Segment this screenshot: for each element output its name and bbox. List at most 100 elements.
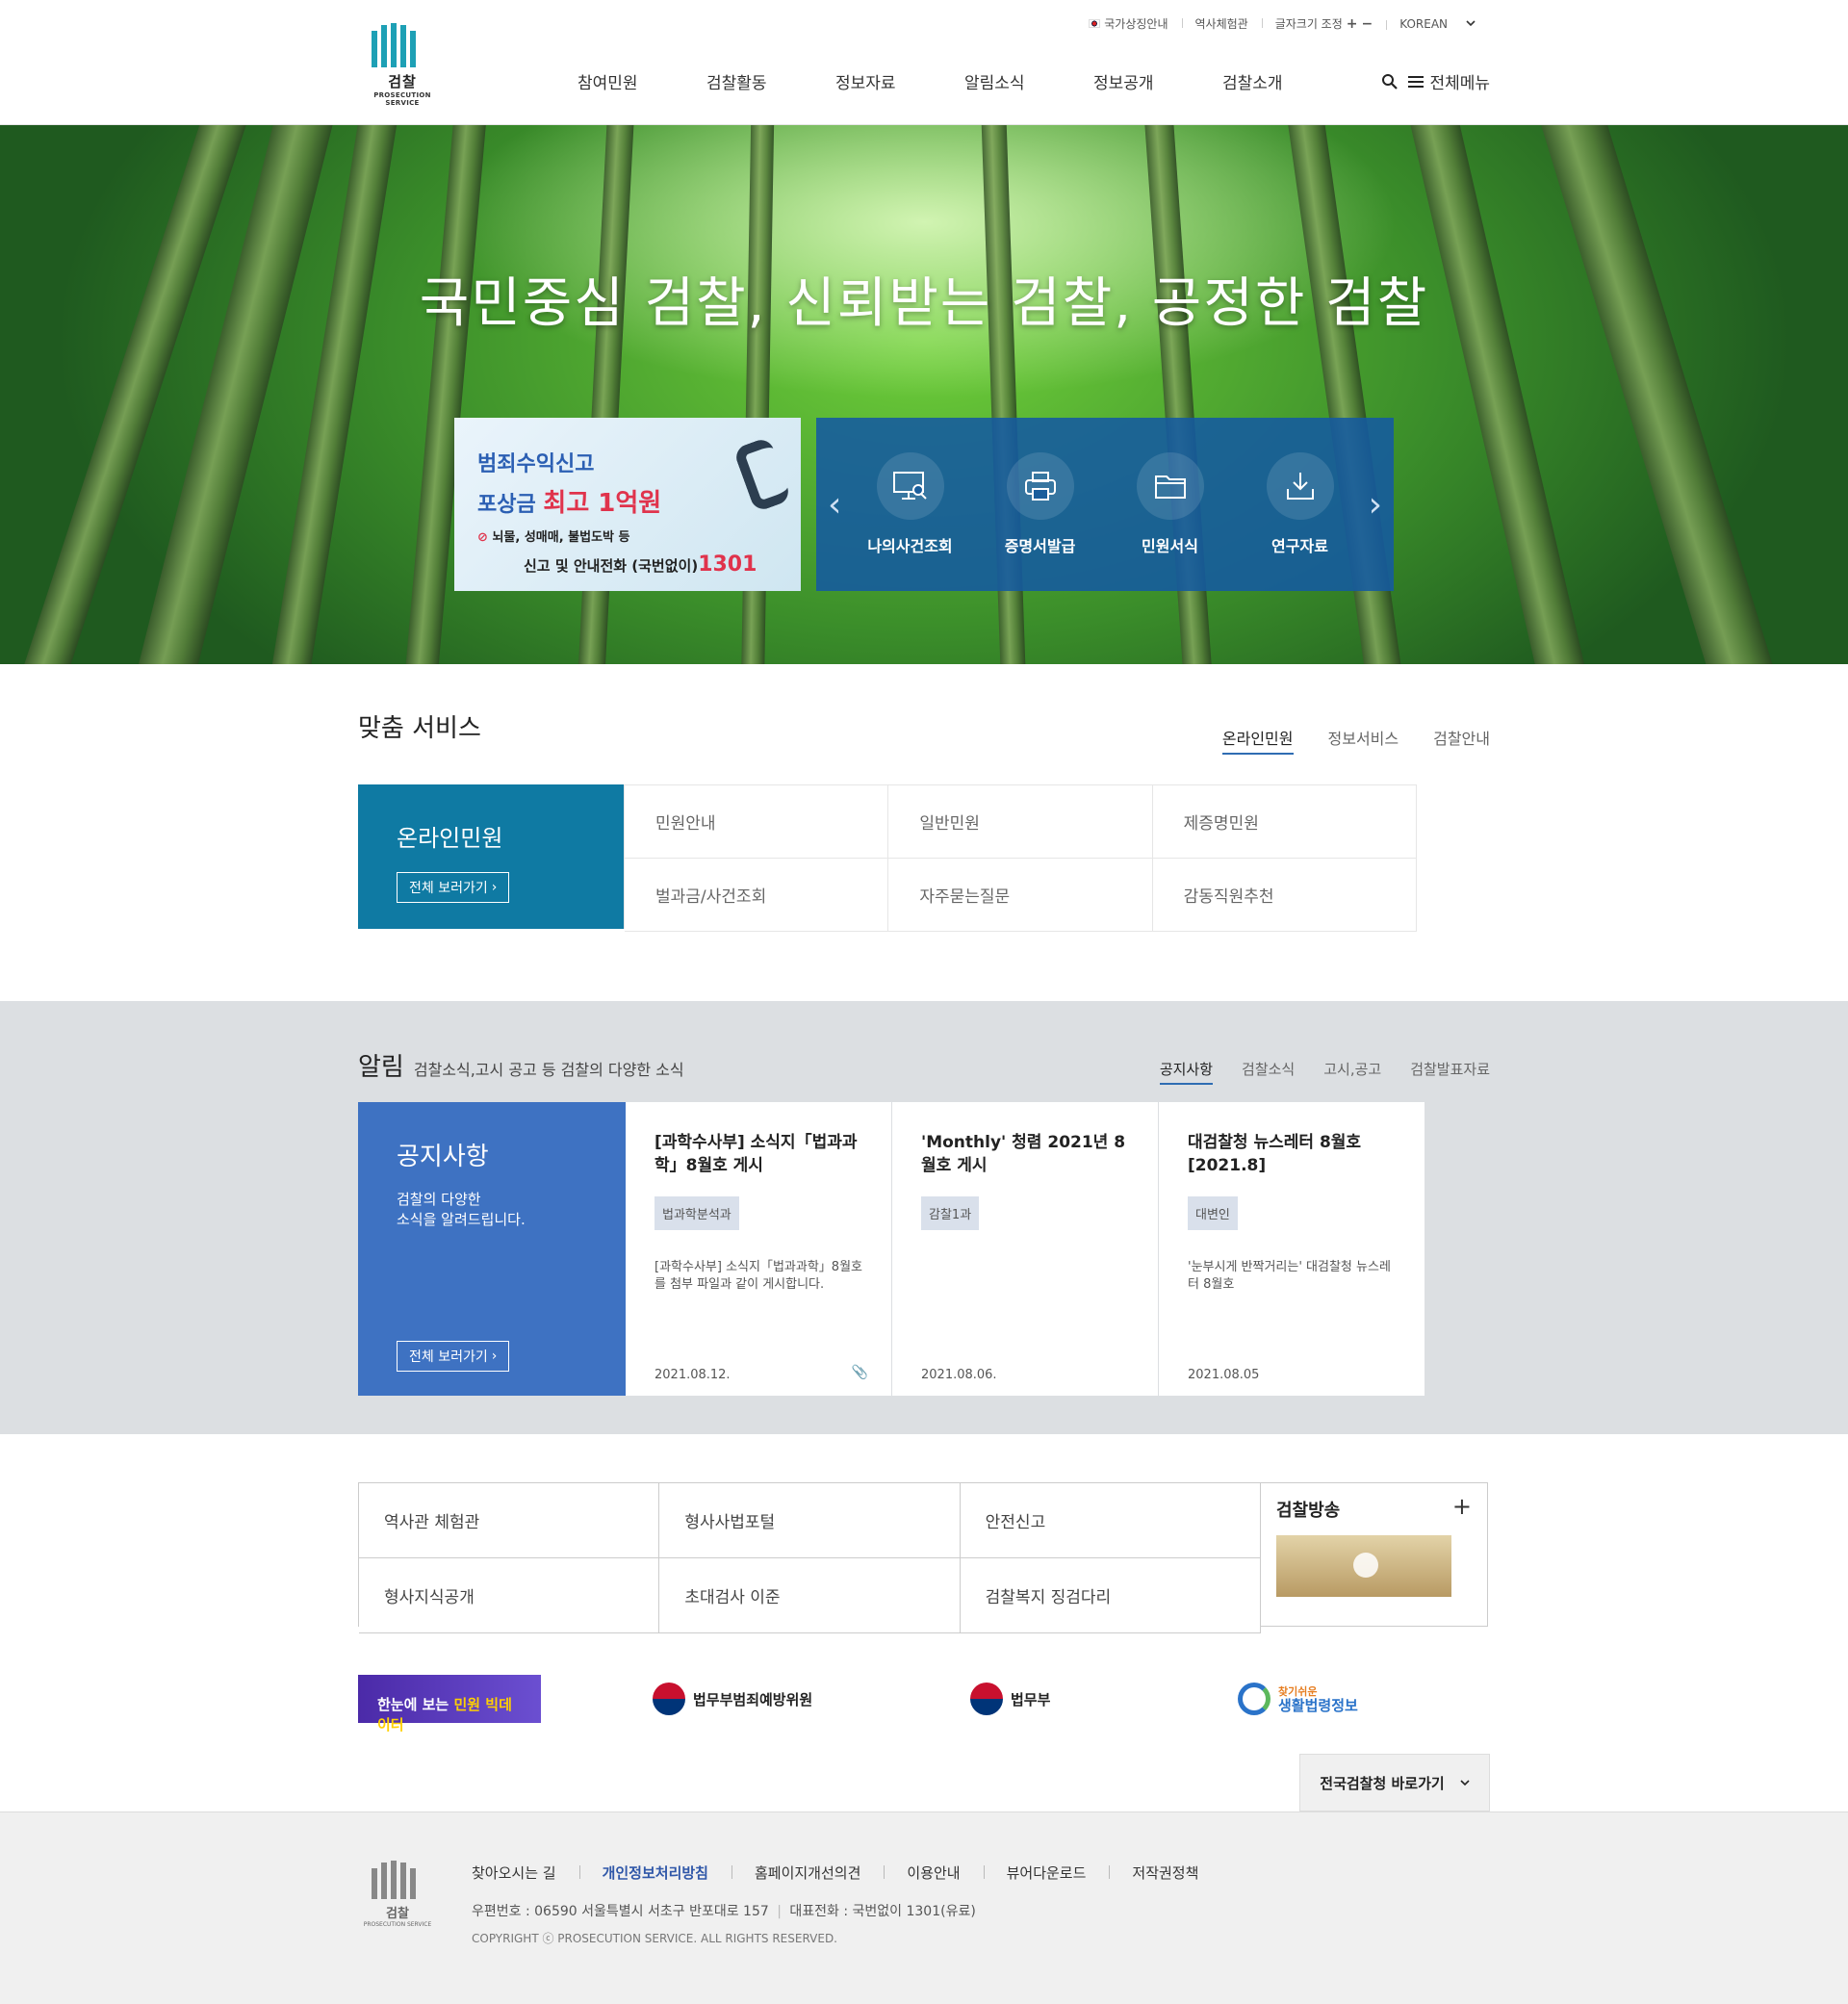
- quick-forms[interactable]: 민원서식: [1105, 452, 1235, 556]
- logo-name: 검찰: [388, 73, 417, 90]
- broadcast-panel: 검찰방송 +: [1261, 1482, 1488, 1627]
- tab-info-service[interactable]: 정보서비스: [1328, 726, 1399, 755]
- nav-right: 전체메뉴: [1381, 69, 1490, 93]
- footer-copyright: COPYRIGHT ⓒ PROSECUTION SERVICE. ALL RIG…: [472, 1932, 837, 1945]
- footer-logo-name: 검찰: [386, 1907, 409, 1921]
- tab-press-releases[interactable]: 검찰발표자료: [1410, 1059, 1490, 1085]
- notice-card-body: [과학수사부] 소식지「법과과학」8월호를 첨부 파일과 같이 게시합니다.: [654, 1260, 862, 1292]
- link-history-hall[interactable]: 역사관 체험관: [359, 1483, 660, 1558]
- quick-research[interactable]: 연구자료: [1235, 452, 1365, 556]
- chevron-right-icon: ›: [491, 880, 498, 895]
- notice-card-title: 'Monthly' 청렴 2021년 8월호 게시: [921, 1133, 1126, 1175]
- link-welfare[interactable]: 검찰복지 징검다리: [960, 1558, 1261, 1633]
- notice-card-body: [921, 1259, 1129, 1328]
- online-civil-grid: 민원안내 일반민원 제증명민원 벌과금/사건조회 자주묻는질문 감동직원추천: [624, 784, 1417, 932]
- nav-participation[interactable]: 참여민원: [578, 69, 706, 93]
- notice-view-all-button[interactable]: 전체 보러가기 ›: [397, 1341, 510, 1372]
- font-decrease-icon[interactable]: −: [1362, 16, 1373, 32]
- tab-announcements[interactable]: 고시,공고: [1323, 1059, 1381, 1085]
- prev-arrow-icon[interactable]: ‹: [828, 485, 841, 525]
- search-icon[interactable]: [1381, 73, 1399, 90]
- nav-activities[interactable]: 검찰활동: [706, 69, 835, 93]
- next-arrow-icon[interactable]: ›: [1369, 485, 1382, 525]
- notice-subtitle: 검찰소식,고시 공고 등 검찰의 다양한 소식: [413, 1061, 684, 1079]
- attachment-icon: 📎: [851, 1365, 868, 1380]
- footer-link-privacy[interactable]: 개인정보처리방침: [578, 1863, 732, 1883]
- quick-links-panel: ‹ 나의사건조회 증명서발급 민원서식 연구자료 ›: [816, 418, 1394, 591]
- footer-logo: 검찰 PROSECUTION SERVICE: [358, 1861, 437, 1938]
- footer-link-copyright[interactable]: 저작권정책: [1109, 1863, 1221, 1883]
- notice-card[interactable]: [과학수사부] 소식지「법과과학」8월호 게시 법과학분석과 [과학수사부] 소…: [626, 1102, 891, 1396]
- link-criminal-knowledge[interactable]: 형사지식공개: [359, 1558, 660, 1633]
- util-font-size: 글자크기 조정 + −: [1261, 15, 1387, 32]
- site-logo[interactable]: 검찰 PROSECUTION SERVICE: [358, 23, 447, 107]
- nav-disclosure[interactable]: 정보공개: [1093, 69, 1222, 93]
- quick-certificate[interactable]: 증명서발급: [975, 452, 1105, 556]
- svc-item-recommend[interactable]: 감동직원추천: [1152, 859, 1417, 932]
- tab-prosecution-guide[interactable]: 검찰안내: [1433, 726, 1490, 755]
- quick-my-case[interactable]: 나의사건조회: [845, 452, 975, 556]
- link-first-prosecutor[interactable]: 초대검사 이준: [659, 1558, 961, 1633]
- partner-crime-prevention-label: 법무부범죄예방위원: [693, 1690, 813, 1709]
- tab-online-civil[interactable]: 온라인민원: [1221, 726, 1294, 755]
- tab-prosecution-news[interactable]: 검찰소식: [1242, 1059, 1295, 1085]
- footer-link-usage[interactable]: 이용안내: [884, 1863, 983, 1883]
- notice-card[interactable]: 대검찰청 뉴스레터 8월호 [2021.8] 대변인 '눈부시게 반짝거리는' …: [1159, 1102, 1424, 1396]
- logo-subtitle: PROSECUTION SERVICE: [373, 91, 431, 107]
- svc-item-fines[interactable]: 벌과금/사건조회: [625, 859, 889, 932]
- footer-link-directions[interactable]: 찾아오시는 길: [472, 1863, 579, 1883]
- svc-item-faq[interactable]: 자주묻는질문: [888, 859, 1153, 932]
- quick-my-case-label: 나의사건조회: [867, 537, 953, 555]
- notice-title: 알림: [358, 1053, 404, 1082]
- footer-address: 우편번호 : 06590 서울특별시 서초구 반포대로 157: [472, 1904, 769, 1919]
- partner-crime-prevention[interactable]: 법무부범죄예방위원: [653, 1675, 812, 1723]
- notice-card-title: [과학수사부] 소식지「법과과학」8월호 게시: [654, 1133, 858, 1175]
- link-safety-report[interactable]: 안전신고: [960, 1483, 1261, 1558]
- footer-link-feedback[interactable]: 홈페이지개선의견: [731, 1863, 884, 1883]
- nav-information[interactable]: 정보자료: [835, 69, 964, 93]
- language-select[interactable]: KOREAN: [1386, 17, 1490, 31]
- quick-research-label: 연구자료: [1271, 537, 1328, 555]
- notice-view-all-label: 전체 보러가기: [409, 1349, 488, 1365]
- all-menu-label: 전체메뉴: [1429, 74, 1490, 93]
- link-criminal-justice-portal[interactable]: 형사사법포털: [659, 1483, 961, 1558]
- download-icon: [1266, 452, 1334, 520]
- online-civil-view-all-label: 전체 보러가기: [409, 881, 488, 896]
- quick-certificate-label: 증명서발급: [1004, 537, 1076, 555]
- notice-card-date: 2021.08.05: [1188, 1368, 1260, 1382]
- partner-banners: 한눈에 보는 민원 빅데이터 법무부범죄예방위원 법무부 찾기쉬운 생활법령정보: [358, 1675, 1490, 1734]
- online-civil-view-all-button[interactable]: 전체 보러가기 ›: [397, 872, 510, 903]
- tab-notices[interactable]: 공지사항: [1159, 1059, 1214, 1085]
- partner-bigdata[interactable]: 한눈에 보는 민원 빅데이터: [358, 1675, 541, 1734]
- svc-item-guide[interactable]: 민원안내: [625, 785, 889, 859]
- folder-icon: [1136, 452, 1204, 520]
- korea-flag-icon: [1089, 19, 1101, 28]
- more-plus-icon[interactable]: +: [1452, 1493, 1472, 1520]
- footer-logo-mark: [372, 1861, 437, 1899]
- footer-links: 찾아오시는 길 개인정보처리방침 홈페이지개선의견 이용안내 뷰어다운로드 저작…: [472, 1863, 1221, 1883]
- all-menu-button[interactable]: 전체메뉴: [1408, 69, 1490, 93]
- nav-news[interactable]: 알림소식: [964, 69, 1093, 93]
- banner-line4: 신고 및 안내전화 (국번없이)1301: [524, 552, 757, 577]
- partner-easy-law[interactable]: 찾기쉬운 생활법령정보: [1238, 1675, 1358, 1723]
- site-header: 검찰 PROSECUTION SERVICE 국가상징안내 역사체험관 글자크기…: [0, 0, 1848, 125]
- svc-item-certificate[interactable]: 제증명민원: [1152, 785, 1417, 859]
- notice-card[interactable]: 'Monthly' 청렴 2021년 8월호 게시 감찰1과 2021.08.0…: [892, 1102, 1158, 1396]
- util-national-symbol-label: 국가상징안내: [1104, 17, 1168, 31]
- broadcast-video-thumbnail[interactable]: [1276, 1535, 1451, 1597]
- footer-info: 우편번호 : 06590 서울특별시 서초구 반포대로 157 | 대표전화 :…: [472, 1904, 976, 1919]
- crime-proceeds-banner[interactable]: 범죄수익신고 포상금 최고 1억원 ⊘ 뇌물, 성매매, 불법도박 등 신고 및…: [454, 418, 801, 591]
- monitor-search-icon: [876, 452, 944, 520]
- regional-office-shortcut[interactable]: 전국검찰청 바로가기: [1299, 1754, 1490, 1811]
- font-increase-icon[interactable]: +: [1347, 16, 1358, 32]
- footer-link-viewer[interactable]: 뷰어다운로드: [983, 1863, 1110, 1883]
- custom-service-title: 맞춤 서비스: [358, 714, 481, 743]
- banner-line2: 포상금 최고 1억원: [477, 489, 662, 518]
- util-history-hall[interactable]: 역사체험관: [1181, 15, 1262, 32]
- nav-about[interactable]: 검찰소개: [1222, 69, 1351, 93]
- partner-ministry-justice[interactable]: 법무부: [970, 1675, 1050, 1723]
- bigdata-banner: 한눈에 보는 민원 빅데이터: [358, 1675, 541, 1734]
- hero-slogan: 국민중심 검찰, 신뢰받는 검찰, 공정한 검찰: [419, 272, 1429, 335]
- svc-item-general[interactable]: 일반민원: [888, 785, 1153, 859]
- util-national-symbol[interactable]: 국가상징안내: [1075, 15, 1181, 32]
